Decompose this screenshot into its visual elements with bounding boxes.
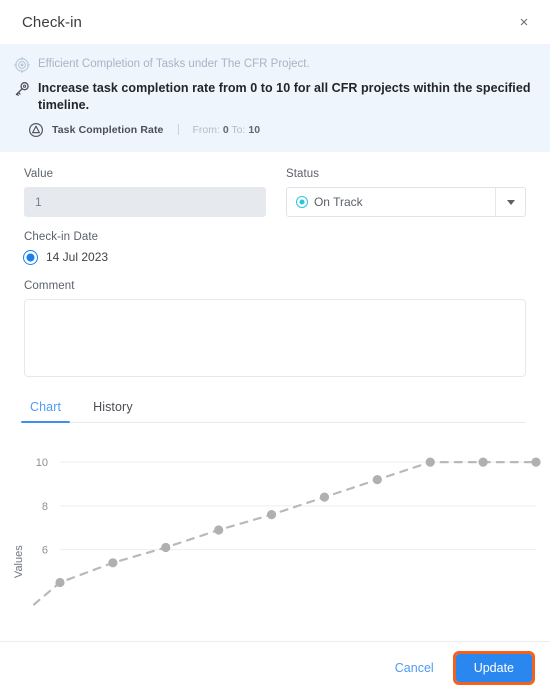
metric-from-value: 0 <box>222 123 229 136</box>
metric-range: From: 0 To: 10 <box>193 124 261 136</box>
status-field-group: Status On Track <box>285 168 526 217</box>
chart-y-tick-label: 6 <box>42 545 48 557</box>
tab-history[interactable]: History <box>87 400 139 422</box>
chart-data-point[interactable] <box>478 457 488 467</box>
chart-data-point[interactable] <box>214 525 224 535</box>
value-field-group: Value <box>24 168 266 217</box>
metric-to-value: 10 <box>248 123 261 136</box>
chart-data-point[interactable] <box>161 542 171 553</box>
dialog-footer: Cancel Update <box>0 642 550 694</box>
chart-data-point[interactable] <box>55 577 65 588</box>
checkin-date-group: Check-in Date 14 Jul 2023 <box>24 231 526 264</box>
chart-y-tick-label: 8 <box>42 501 48 513</box>
status-select[interactable]: On Track <box>285 187 526 217</box>
value-label: Value <box>24 168 54 180</box>
close-icon[interactable]: × <box>514 12 534 32</box>
comment-group: Comment <box>24 280 526 382</box>
cancel-button[interactable]: Cancel <box>387 655 442 681</box>
key-result-row: Increase task completion rate from 0 to … <box>14 80 532 114</box>
dialog-header: Check-in × <box>0 0 550 44</box>
chart-line-series <box>32 461 538 606</box>
metric-divider <box>177 124 179 135</box>
objective-text: Efficient Completion of Tasks under The … <box>38 58 310 70</box>
page-title: Check-in <box>22 13 82 31</box>
key-result-text: Increase task completion rate from 0 to … <box>38 81 531 112</box>
metric-triangle-icon <box>28 122 44 138</box>
status-selected-label: On Track <box>313 195 363 209</box>
status-select-face[interactable]: On Track <box>287 188 495 216</box>
checkin-date-label: Check-in Date <box>24 231 99 243</box>
chart-data-point[interactable] <box>372 475 382 485</box>
update-button[interactable]: Update <box>452 651 536 685</box>
checkin-dialog: Check-in × Efficient Completion of Tasks… <box>0 0 550 694</box>
metric-from-label: From: <box>192 123 220 136</box>
target-icon <box>14 57 30 73</box>
chart-data-point[interactable] <box>108 558 118 568</box>
objective-banner: Efficient Completion of Tasks under The … <box>0 44 550 152</box>
value-input[interactable] <box>24 187 266 217</box>
tab-chart[interactable]: Chart <box>20 400 71 423</box>
chart-data-point[interactable] <box>319 492 330 502</box>
chart-data-point[interactable] <box>531 457 541 467</box>
status-dot-icon <box>296 197 307 207</box>
chart-y-tick-label: 10 <box>36 457 48 469</box>
key-icon <box>15 82 29 96</box>
checkin-line-chart: 6 8 10 Values <box>13 457 541 606</box>
status-label: Status <box>285 168 320 180</box>
chart-panel: 6 8 10 Values <box>0 423 550 642</box>
chart-y-axis-label: Values <box>13 545 25 578</box>
metric-row: Task Completion Rate From: 0 To: 10 <box>28 121 532 138</box>
tab-bar: Chart History <box>20 400 526 423</box>
radio-selected-icon[interactable] <box>24 250 37 264</box>
chevron-down-icon <box>506 199 515 205</box>
checkin-date-value: 14 Jul 2023 <box>46 250 109 264</box>
comment-input[interactable] <box>24 299 526 377</box>
value-status-row: Value Status On Track <box>24 168 526 217</box>
chart-data-point[interactable] <box>425 457 435 467</box>
checkin-date-option[interactable]: 14 Jul 2023 <box>24 250 526 264</box>
comment-label: Comment <box>24 280 75 292</box>
form-body: Value Status On Track Check-in Date <box>0 152 550 423</box>
objective-row: Efficient Completion of Tasks under The … <box>14 56 532 73</box>
status-dropdown-arrow[interactable] <box>495 188 525 216</box>
metric-to-label: To: <box>231 123 246 136</box>
metric-name: Task Completion Rate <box>52 123 164 136</box>
chart-data-point[interactable] <box>266 510 277 520</box>
